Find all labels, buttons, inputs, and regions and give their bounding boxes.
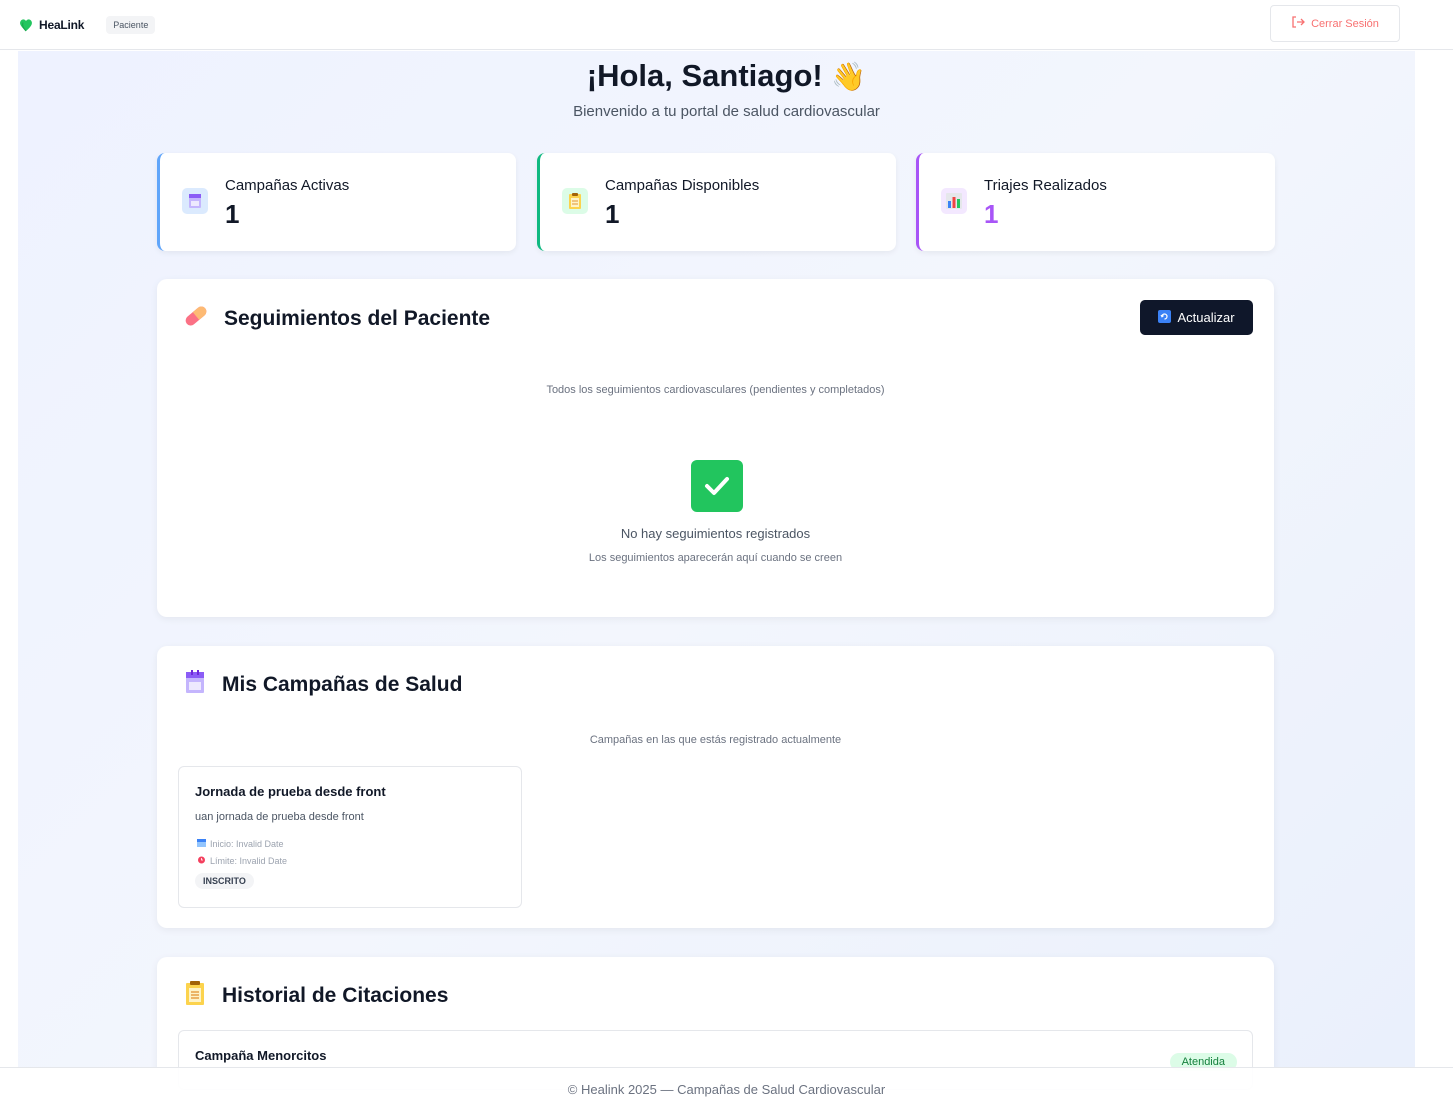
refresh-label: Actualizar [1177, 310, 1235, 325]
clipboard-icon [182, 979, 208, 1012]
footer: © Healink 2025 — Campañas de Salud Cardi… [0, 1067, 1453, 1111]
campaign-description: uan jornada de prueba desde front [195, 811, 364, 823]
page-title: ¡Hola, Santiago! 👋 [0, 58, 1453, 94]
greeting-text: ¡Hola, Santiago! [586, 58, 823, 93]
calendar-icon [182, 668, 208, 701]
stat-card-triages: Triajes Realizados 1 [916, 153, 1275, 251]
stat-card-active-campaigns: Campañas Activas 1 [157, 153, 516, 251]
stat-label: Campañas Disponibles [605, 177, 760, 194]
refresh-icon [1158, 309, 1172, 326]
heart-leaf-icon [18, 17, 34, 33]
top-navbar: HeaLink Paciente Cerrar Sesión [0, 0, 1453, 50]
empty-state-subtitle: Los seguimientos aparecerán aquí cuando … [588, 552, 843, 564]
logout-button[interactable]: Cerrar Sesión [1270, 5, 1400, 42]
clipboard-icon [562, 188, 588, 214]
section-description: Campañas en las que estás registrado act… [589, 734, 842, 746]
stat-value: 1 [605, 199, 620, 229]
citation-campaign-name: Campaña Menorcitos [195, 1048, 327, 1063]
campaign-name: Jornada de prueba desde front [195, 784, 386, 799]
section-header: Historial de Citaciones [182, 979, 448, 1012]
campaign-limit-date: Límite: Invalid Date [197, 855, 287, 866]
enrolled-badge: INSCRITO [195, 873, 254, 889]
check-icon [691, 460, 743, 512]
brand-name: HeaLink [39, 17, 85, 32]
campaign-start-date: Inicio: Invalid Date [197, 838, 284, 849]
logout-icon [1291, 16, 1305, 31]
logout-label: Cerrar Sesión [1311, 17, 1379, 30]
role-badge: Paciente [106, 15, 156, 34]
stat-label: Campañas Activas [225, 177, 350, 194]
section-description: Todos los seguimientos cardiovasculares … [546, 384, 885, 396]
section-header: Seguimientos del Paciente [182, 303, 490, 334]
alarm-clock-icon [197, 855, 206, 866]
calendar-icon [182, 188, 208, 214]
section-title: Mis Campañas de Salud [222, 672, 463, 696]
stat-label: Triajes Realizados [984, 177, 1107, 194]
section-title: Seguimientos del Paciente [224, 306, 491, 330]
stat-value: 1 [225, 199, 240, 229]
chart-icon [941, 188, 967, 214]
page-subtitle: Bienvenido a tu portal de salud cardiova… [573, 103, 880, 120]
campaign-card[interactable]: Jornada de prueba desde front uan jornad… [178, 766, 522, 908]
waving-hand-icon: 👋 [831, 61, 867, 92]
stat-card-available-campaigns: Campañas Disponibles 1 [537, 153, 896, 251]
followups-section: Seguimientos del Paciente Actualizar Tod… [157, 279, 1274, 617]
refresh-button[interactable]: Actualizar [1140, 300, 1253, 335]
section-header: Mis Campañas de Salud [182, 668, 462, 701]
brand-logo[interactable]: HeaLink [18, 17, 84, 33]
empty-state-title: No hay seguimientos registrados [620, 526, 811, 541]
stat-value: 1 [984, 199, 999, 229]
pill-icon [182, 303, 210, 334]
section-title: Historial de Citaciones [222, 983, 449, 1007]
campaigns-section: Mis Campañas de Salud Campañas en las qu… [157, 646, 1274, 928]
calendar-icon [197, 838, 206, 849]
